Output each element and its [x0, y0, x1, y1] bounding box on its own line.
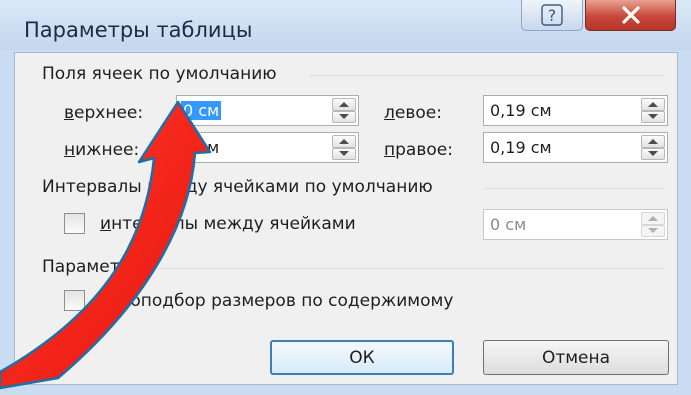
left-margin-value: 0,19 см	[490, 101, 552, 120]
arrow-up-icon	[339, 138, 349, 144]
cancel-button[interactable]: Отмена	[483, 340, 669, 375]
left-margin-stepper	[641, 98, 665, 123]
left-margin-up-button[interactable]	[641, 98, 665, 111]
close-icon	[621, 6, 640, 24]
right-margin-down-button[interactable]	[641, 147, 665, 160]
arrow-up-icon	[648, 215, 658, 221]
left-margin-label: левое:	[384, 103, 442, 123]
arrow-up-icon	[648, 101, 658, 107]
left-margin-input[interactable]: 0,19 см	[483, 95, 668, 126]
autofit-checkbox-label: автоподбор размеров по содержимому	[100, 291, 454, 311]
arrow-down-icon	[339, 114, 349, 120]
left-margin-down-button[interactable]	[641, 110, 665, 123]
top-margin-value: 0 см	[181, 101, 222, 120]
right-margin-value: 0,19 см	[490, 138, 552, 157]
cell-spacing-group-title: Интервалы между ячейками по умолчанию	[42, 177, 433, 197]
close-button[interactable]	[585, 0, 676, 31]
ok-button[interactable]: ОК	[270, 340, 454, 375]
right-margin-up-button[interactable]	[641, 135, 665, 148]
top-margin-input[interactable]: 0 см	[176, 95, 359, 126]
bottom-margin-up-button[interactable]	[332, 135, 356, 148]
group-divider	[157, 268, 664, 269]
cell-spacing-value: 0 см	[490, 215, 527, 234]
cell-spacing-checkbox[interactable]	[64, 213, 85, 234]
top-margin-label: верхнее:	[64, 103, 144, 123]
arrow-down-icon	[648, 151, 658, 157]
top-margin-down-button[interactable]	[332, 110, 356, 123]
cell-spacing-stepper	[641, 212, 665, 237]
top-margin-up-button[interactable]	[332, 98, 356, 111]
right-margin-input[interactable]: 0,19 см	[483, 132, 668, 163]
autofit-checkbox[interactable]	[64, 290, 85, 311]
bottom-margin-input[interactable]: 0 см	[176, 132, 359, 163]
top-margin-stepper	[332, 98, 356, 123]
arrow-down-icon	[339, 151, 349, 157]
arrow-down-icon	[648, 114, 658, 120]
cell-spacing-up-button[interactable]	[641, 212, 665, 225]
cell-spacing-down-button[interactable]	[641, 224, 665, 237]
help-glyph: ?	[548, 6, 557, 25]
bottom-margin-value: 0 см	[183, 138, 220, 157]
arrow-up-icon	[339, 101, 349, 107]
dialog-frame: Параметры таблицы ? Поля ячеек по умолча…	[0, 0, 691, 395]
options-group-title: Параметры	[42, 257, 144, 277]
help-icon: ?	[541, 4, 563, 26]
bottom-margin-label: нижнее:	[64, 140, 140, 160]
dialog-title: Параметры таблицы	[24, 18, 253, 42]
help-button[interactable]: ?	[521, 0, 583, 31]
title-bar: Параметры таблицы ?	[0, 0, 691, 50]
bottom-margin-down-button[interactable]	[332, 147, 356, 160]
arrow-down-icon	[648, 228, 658, 234]
cell-spacing-checkbox-label: интервалы между ячейками	[100, 214, 356, 234]
bottom-margin-stepper	[332, 135, 356, 160]
group-divider	[309, 75, 664, 76]
cell-margins-group-title: Поля ячеек по умолчанию	[42, 64, 277, 84]
right-margin-label: правое:	[384, 140, 453, 160]
arrow-up-icon	[648, 138, 658, 144]
dialog-client-area: Поля ячеек по умолчанию верхнее: 0 см ле…	[14, 52, 678, 385]
group-divider	[484, 188, 664, 189]
right-margin-stepper	[641, 135, 665, 160]
cell-spacing-input[interactable]: 0 см	[483, 209, 668, 240]
